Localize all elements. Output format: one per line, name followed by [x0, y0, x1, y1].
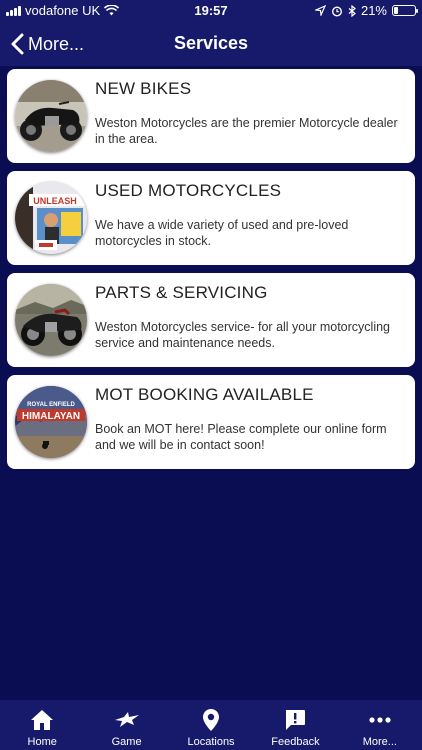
status-right: 21% [314, 3, 418, 18]
service-card-used-motorcycles[interactable]: UNLEASH USED MOTORCYCLES We have a wide … [7, 171, 415, 265]
unleash-sign-text: UNLEASH [33, 196, 77, 206]
battery-fill [394, 7, 399, 14]
navigation-bar: More... Services [0, 22, 422, 66]
battery-percent: 21% [360, 3, 387, 18]
home-icon [29, 708, 55, 732]
tab-feedback[interactable]: Feedback [253, 700, 337, 750]
service-card-parts-servicing[interactable]: PARTS & SERVICING Weston Motorcycles ser… [7, 273, 415, 367]
service-description: We have a wide variety of used and pre-l… [95, 218, 349, 248]
battery-icon [392, 5, 418, 16]
service-description: Weston Motorcycles are the premier Motor… [95, 116, 398, 146]
more-icon [367, 708, 393, 732]
tab-label: Feedback [271, 736, 320, 748]
tab-more[interactable]: More... [338, 700, 422, 750]
new-bikes-thumbnail [15, 80, 87, 152]
page-title: Services [173, 33, 249, 53]
service-card-mot-booking[interactable]: ROYAL ENFIELD HIMALAYAN MOT BOOKING AVAI… [7, 375, 415, 469]
bird-icon [114, 708, 140, 732]
service-title: MOT BOOKING AVAILABLE [95, 385, 314, 404]
tab-locations[interactable]: Locations [169, 700, 253, 750]
tab-bar: Home Game Locations Feedback More... [0, 700, 422, 750]
tab-label: More... [362, 736, 397, 748]
feedback-icon [282, 708, 308, 732]
services-list: NEW BIKES Weston Motorcycles are the pre… [7, 69, 415, 477]
service-title: NEW BIKES [95, 79, 192, 98]
tab-label: Locations [187, 736, 235, 748]
himalayan-text: HIMALAYAN [22, 411, 80, 422]
tab-label: Game [111, 736, 142, 748]
used-motorcycles-thumbnail: UNLEASH [15, 182, 87, 254]
parts-servicing-thumbnail [15, 284, 87, 356]
status-bar: vodafone UK 19:57 21% [0, 0, 422, 22]
location-arrow-icon [314, 5, 326, 16]
tab-home[interactable]: Home [0, 700, 84, 750]
mot-booking-thumbnail: ROYAL ENFIELD HIMALAYAN [15, 386, 87, 458]
tab-game[interactable]: Game [84, 700, 168, 750]
service-title: PARTS & SERVICING [95, 283, 268, 302]
service-card-new-bikes[interactable]: NEW BIKES Weston Motorcycles are the pre… [7, 69, 415, 163]
service-title: USED MOTORCYCLES [95, 181, 282, 200]
location-pin-icon [198, 708, 224, 732]
tab-label: Home [27, 736, 57, 748]
royal-enfield-text: ROYAL ENFIELD [27, 402, 75, 408]
service-description: Book an MOT here! Please complete our on… [95, 422, 387, 452]
service-description: Weston Motorcycles service- for all your… [95, 320, 390, 350]
bluetooth-icon [348, 4, 356, 17]
alarm-icon [331, 5, 342, 17]
